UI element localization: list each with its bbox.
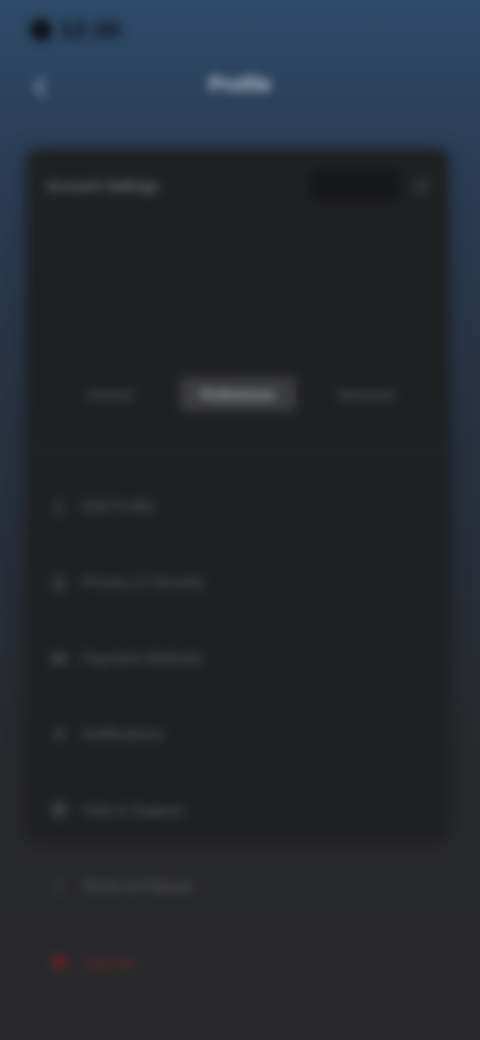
help-icon: [50, 801, 68, 819]
menu-item-log-out[interactable]: Log Out: [46, 924, 430, 1000]
page-title: Profile: [208, 74, 272, 96]
user-icon: [50, 497, 68, 515]
menu-item-label: Log Out: [82, 953, 136, 971]
menu-item-label: Payment Methods: [82, 649, 203, 667]
card-icon: [50, 649, 68, 667]
menu-item-label: Edit Profile: [82, 497, 155, 515]
menu-item-label: Notifications: [82, 725, 164, 743]
segment-advanced[interactable]: Advanced: [308, 377, 424, 411]
menu-item-label: Privacy & Security: [82, 573, 204, 591]
segment-general[interactable]: General: [52, 377, 168, 411]
panel-header-actions: [310, 171, 430, 201]
menu-item-edit-profile[interactable]: Edit Profile: [46, 468, 430, 544]
panel-header: Account Settings: [46, 168, 430, 204]
info-icon[interactable]: [414, 178, 430, 194]
status-bar: 12:30: [30, 12, 140, 48]
menu-item-payment-methods[interactable]: Payment Methods: [46, 620, 430, 696]
menu-item-help-support[interactable]: Help & Support: [46, 772, 430, 848]
panel-header-field[interactable]: [310, 171, 400, 201]
menu-item-notifications[interactable]: Notifications: [46, 696, 430, 772]
menu-item-label: Terms & Policies: [82, 877, 193, 895]
status-time: 12:30: [60, 17, 122, 42]
segmented-control: General Preferences Advanced: [46, 372, 430, 416]
settings-menu: Edit Profile Privacy & Security Payment …: [46, 468, 430, 1000]
panel-header-title: Account Settings: [46, 177, 159, 195]
status-indicator-icon: [30, 19, 52, 41]
document-icon: [50, 877, 68, 895]
section-divider: [28, 450, 448, 452]
menu-item-privacy-security[interactable]: Privacy & Security: [46, 544, 430, 620]
lock-icon: [50, 573, 68, 591]
screen: 12:30 Profile Account Settings General P…: [0, 0, 480, 1040]
bell-icon: [50, 725, 68, 743]
menu-item-label: Help & Support: [82, 801, 184, 819]
segment-preferences[interactable]: Preferences: [180, 377, 296, 411]
settings-panel: Account Settings General Preferences Adv…: [28, 150, 448, 971]
logout-icon: [50, 953, 68, 971]
menu-item-terms-policies[interactable]: Terms & Policies: [46, 848, 430, 924]
